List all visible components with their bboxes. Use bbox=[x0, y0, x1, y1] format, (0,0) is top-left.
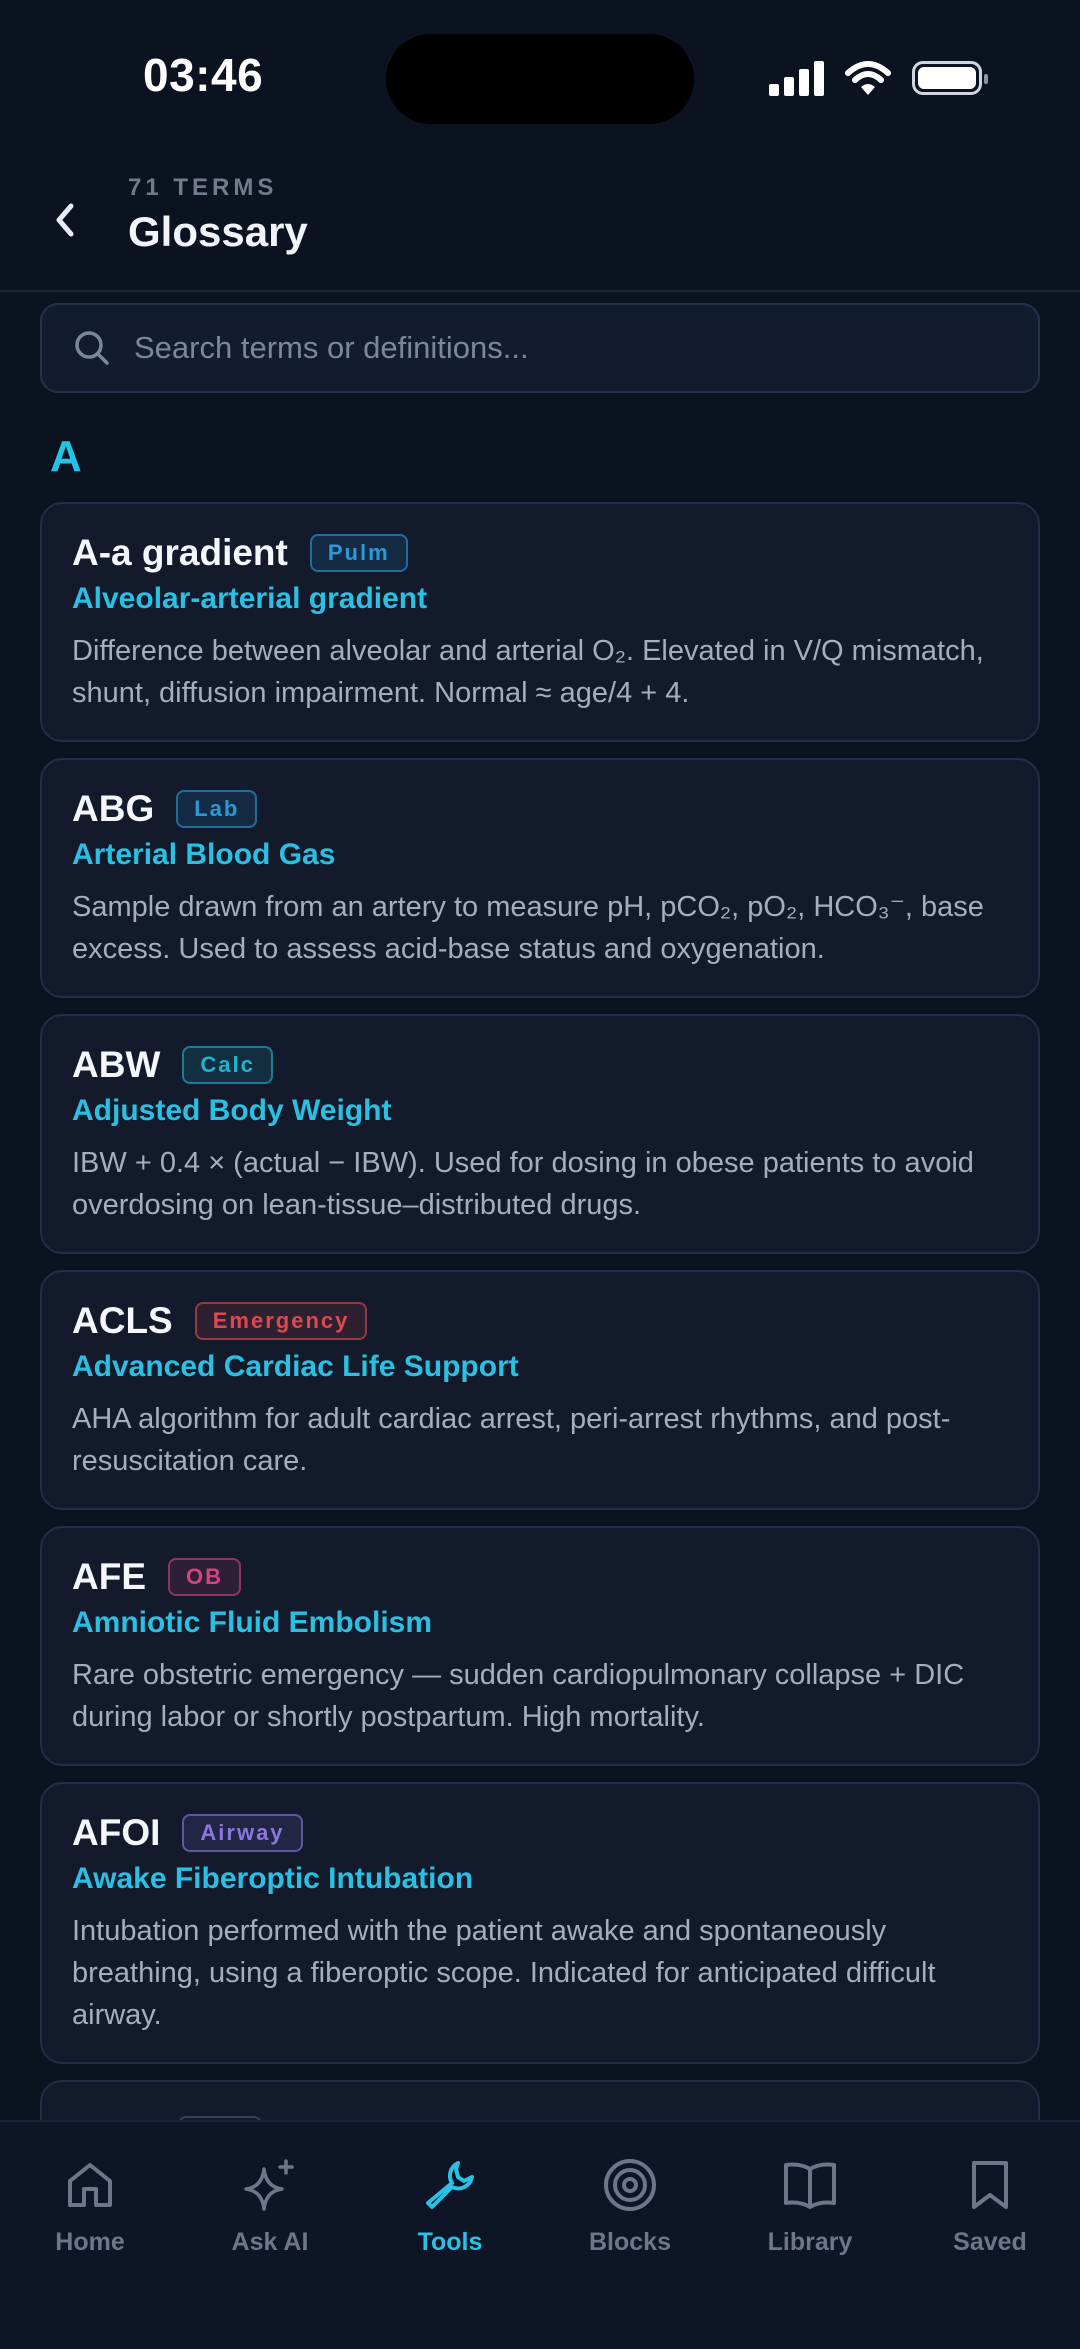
term-header: ABG Lab bbox=[72, 788, 1008, 830]
wifi-icon bbox=[845, 61, 891, 95]
page-title: Glossary bbox=[128, 208, 308, 255]
term-full-name: Amniotic Fluid Embolism bbox=[72, 1606, 433, 1639]
term-abbreviation: AFOI bbox=[72, 1812, 161, 1853]
glossary-term-card[interactable]: ABG Lab Arterial Blood Gas Sample drawn fro… bbox=[40, 758, 1040, 998]
term-abbreviation: ABW bbox=[72, 1044, 161, 1085]
tab-label: Saved bbox=[953, 2228, 1027, 2256]
tab-label: Ask AI bbox=[231, 2228, 309, 2256]
bottom-tab-bar: Home Ask AI Tools Blocks Library Saved bbox=[0, 2120, 1080, 2349]
term-header: ABW Calc bbox=[72, 1044, 1008, 1086]
category-badge: Airway bbox=[182, 1814, 303, 1852]
glossary-term-card[interactable]: A-a gradient Pulm Alveolar-arterial gradie… bbox=[40, 502, 1040, 742]
glossary-list: A-a gradient Pulm Alveolar-arterial gradie… bbox=[40, 502, 1040, 2120]
glossary-term-card[interactable]: ABW Calc Adjusted Body Weight IBW + 0.4 × (… bbox=[40, 1014, 1040, 1254]
term-definition: IBW + 0.4 × (actual − IBW). Used for dos… bbox=[72, 1147, 974, 1221]
tab-blocks[interactable]: Blocks bbox=[550, 2156, 710, 2257]
term-abbreviation: ABG bbox=[72, 788, 155, 829]
sparkles-icon bbox=[241, 2156, 299, 2214]
tab-home[interactable]: Home bbox=[10, 2156, 170, 2257]
glossary-term-card-partial[interactable] bbox=[40, 2080, 1040, 2120]
search-bar[interactable] bbox=[40, 303, 1040, 393]
target-icon bbox=[601, 2156, 659, 2214]
status-bar: 03:46 bbox=[0, 0, 1080, 150]
category-badge: OB bbox=[168, 1558, 241, 1596]
term-abbreviation: ACLS bbox=[72, 1300, 173, 1341]
signal-icon bbox=[769, 60, 824, 96]
glossary-term-card[interactable]: AFOI Airway Awake Fiberoptic Intubation Int… bbox=[40, 1782, 1040, 2064]
term-definition: AHA algorithm for adult cardiac arrest, … bbox=[72, 1403, 951, 1477]
tab-label: Tools bbox=[417, 2228, 483, 2256]
dynamic-island bbox=[386, 34, 694, 124]
category-badge: Lab bbox=[176, 790, 258, 828]
battery-icon bbox=[912, 61, 988, 95]
term-full-name: Awake Fiberoptic Intubation bbox=[72, 1862, 474, 1895]
term-header: A-a gradient Pulm bbox=[72, 532, 1008, 574]
search-input[interactable] bbox=[132, 329, 1038, 367]
tab-library[interactable]: Library bbox=[730, 2156, 890, 2257]
tab-label: Library bbox=[767, 2228, 853, 2256]
term-abbreviation: A-a gradient bbox=[72, 532, 288, 573]
tab-saved[interactable]: Saved bbox=[910, 2156, 1070, 2257]
status-icons bbox=[769, 56, 988, 100]
status-time: 03:46 bbox=[143, 49, 264, 101]
section-header-letter: A bbox=[50, 432, 82, 481]
term-header: AFE OB bbox=[72, 1556, 1008, 1598]
wrench-icon bbox=[421, 2156, 479, 2214]
term-header: AFOI Airway bbox=[72, 1812, 1008, 1854]
term-count: 71 TERMS bbox=[128, 174, 278, 201]
glossary-term-card[interactable]: ACLS Emergency Advanced Cardiac Life Suppo… bbox=[40, 1270, 1040, 1510]
term-definition: Intubation performed with the patient aw… bbox=[72, 1915, 936, 2031]
tab-ask-ai[interactable]: Ask AI bbox=[190, 2156, 350, 2257]
term-abbreviation: AFE bbox=[72, 1556, 146, 1597]
category-badge: Emergency bbox=[194, 1302, 368, 1340]
term-definition: Rare obstetric emergency — sudden cardio… bbox=[72, 1659, 965, 1733]
term-full-name: Adjusted Body Weight bbox=[72, 1094, 392, 1127]
search-icon bbox=[72, 328, 112, 368]
category-badge: Pulm bbox=[309, 534, 408, 572]
category-badge: Calc bbox=[182, 1046, 273, 1084]
back-button[interactable] bbox=[40, 190, 90, 250]
tab-label: Blocks bbox=[589, 2228, 671, 2256]
term-header: ACLS Emergency bbox=[72, 1300, 1008, 1342]
term-full-name: Advanced Cardiac Life Support bbox=[72, 1350, 519, 1383]
glossary-term-card[interactable]: AFE OB Amniotic Fluid Embolism Rare obstetr… bbox=[40, 1526, 1040, 1766]
tab-tools[interactable]: Tools bbox=[370, 2156, 530, 2257]
term-full-name: Arterial Blood Gas bbox=[72, 838, 336, 871]
bookmark-icon bbox=[961, 2156, 1019, 2214]
term-full-name: Alveolar-arterial gradient bbox=[72, 582, 428, 615]
tab-label: Home bbox=[55, 2228, 125, 2256]
header: 71 TERMS Glossary bbox=[0, 150, 1080, 292]
chevron-left-icon bbox=[56, 203, 74, 237]
book-icon bbox=[781, 2156, 839, 2214]
term-definition: Sample drawn from an artery to measure p… bbox=[72, 891, 984, 965]
home-icon bbox=[61, 2156, 119, 2214]
term-definition: Difference between alveolar and arterial… bbox=[72, 635, 984, 709]
